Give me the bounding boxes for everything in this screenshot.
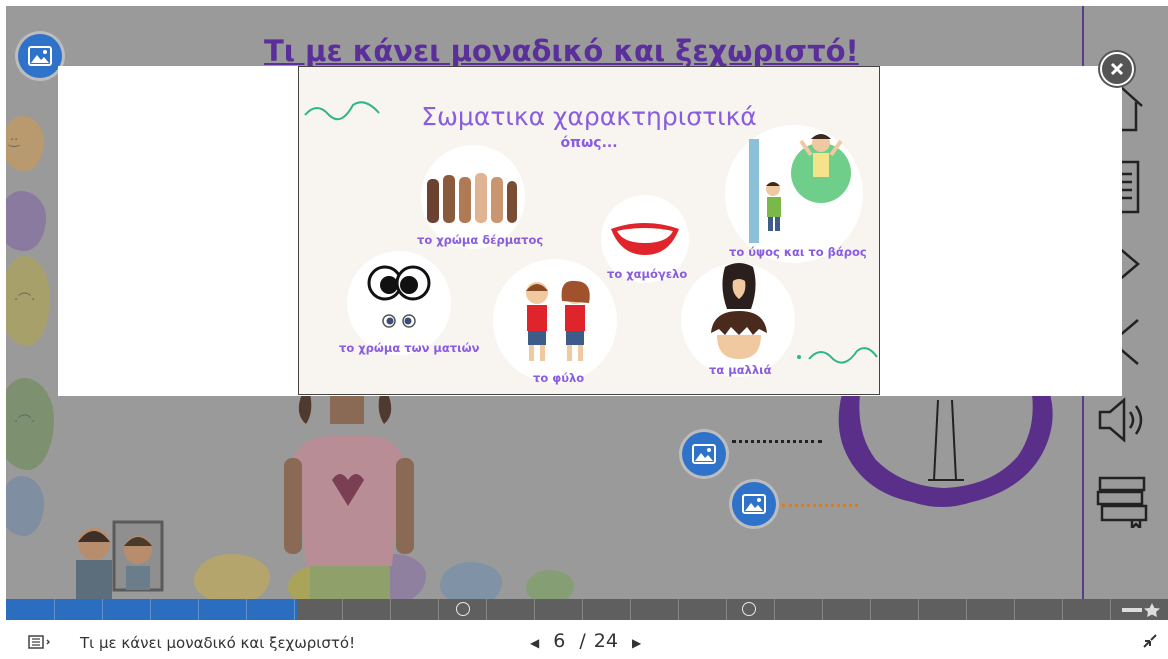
slide-progress-bar[interactable] [6,599,1168,620]
image-icon [692,444,716,464]
bookmark-star-icon[interactable] [1122,602,1162,618]
decor-blob [6,191,46,251]
hair-icon [711,263,767,359]
exit-fullscreen-icon[interactable] [1140,631,1160,651]
decor-blob [526,570,574,599]
prev-page-icon[interactable]: ◀ [530,636,539,650]
boy-mirror-illustration [76,520,164,599]
mirror-frame-illustration [838,394,1053,507]
smile-lips-icon [611,223,679,255]
image-hotspot-button[interactable] [732,482,776,526]
image-icon [28,46,52,66]
label-height-weight: το ύψος και το βάρος [729,245,867,259]
speaker-icon[interactable] [1092,390,1152,450]
eyes-icon [367,265,431,328]
features-card-image: Σωματικα χαρακτηριστικά όπως... το χρώμα… [298,66,880,395]
image-hotspot-button[interactable] [18,34,62,78]
progress-marker[interactable] [742,602,756,616]
page-navigator: ◀ 6 / 24 ▶ [530,630,641,652]
slide-title: Τι με κάνει μοναδικό και ξεχωριστό! [264,34,859,68]
raised-hands-icon [427,173,517,223]
label-gender: το φύλο [533,371,585,385]
close-icon [1110,62,1124,76]
dotted-connector [782,504,858,507]
image-icon [742,494,766,514]
label-smile: το χαμόγελο [607,267,688,281]
library-icon[interactable] [1092,468,1152,528]
page-total: 24 [593,630,618,652]
progress-fill [6,599,297,620]
dotted-connector [732,440,822,443]
close-button[interactable] [1100,52,1134,86]
squiggle-decoration [797,347,878,364]
decor-blob [6,476,44,536]
page-current: 6 [553,630,566,652]
label-eye-colour: το χρώμα των ματιών [339,341,480,355]
blob-face-icon: ·⌒· [14,415,36,430]
menu-icon[interactable] [28,635,50,649]
page-separator: / [579,630,586,652]
girl-character-illustration [284,394,414,599]
image-hotspot-button[interactable] [682,432,726,476]
blob-face-icon: ·͜· [10,133,19,148]
boy-girl-icon [526,280,590,361]
player-footer: Τι με κάνει μοναδικό και ξεχωριστό! ◀ 6 /… [0,621,1168,659]
height-measure-icon [749,134,851,243]
progress-marker[interactable] [456,602,470,616]
label-hair: τα μαλλιά [709,363,772,377]
next-page-icon[interactable]: ▶ [632,636,641,650]
footer-slide-title: Τι με κάνει μοναδικό και ξεχωριστό! [80,634,356,652]
label-skin-colour: το χρώμα δέρματος [417,233,544,247]
decor-blob [194,554,270,599]
blob-face-icon: ·⌒· [14,293,36,308]
decor-blob [440,562,502,599]
